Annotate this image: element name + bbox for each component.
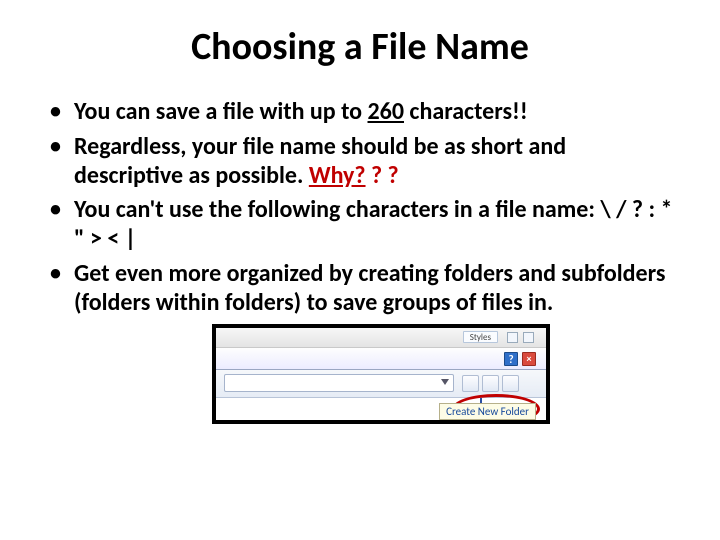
bullet-4: Get even more organized by creating fold… bbox=[44, 260, 676, 318]
toolbar-back-icon[interactable] bbox=[462, 375, 479, 392]
bullet-4-text: Get even more organized by creating fold… bbox=[74, 259, 665, 317]
create-new-folder-tooltip: Create New Folder bbox=[439, 403, 536, 420]
dialog-screenshot: Styles ? × Create New Folder bbox=[212, 324, 550, 424]
bullet-3-pre: You can't use the following characters i… bbox=[74, 195, 600, 224]
slide-title: Choosing a File Name bbox=[44, 24, 676, 70]
bullet-3: You can't use the following characters i… bbox=[44, 196, 676, 254]
close-icon[interactable]: × bbox=[522, 352, 536, 366]
address-dropdown[interactable] bbox=[224, 374, 454, 392]
screenshot-container: Styles ? × Create New Folder bbox=[212, 324, 550, 424]
bullet-2-why: Why? bbox=[309, 161, 366, 190]
bullet-1-post: characters!! bbox=[404, 97, 528, 126]
toolbar-up-icon[interactable] bbox=[482, 375, 499, 392]
bullet-list: You can save a file with up to 260 chara… bbox=[44, 98, 676, 318]
bullet-2-q: ? ? bbox=[366, 161, 399, 190]
bullet-2: Regardless, your file name should be as … bbox=[44, 133, 676, 191]
ribbon-bar: Styles bbox=[216, 328, 546, 348]
help-icon[interactable]: ? bbox=[504, 352, 518, 366]
ribbon-minibox-icon bbox=[507, 332, 518, 343]
bullet-1: You can save a file with up to 260 chara… bbox=[44, 98, 676, 127]
slide: Choosing a File Name You can save a file… bbox=[0, 0, 720, 540]
ribbon-minibox2-icon bbox=[523, 332, 534, 343]
bullet-1-pre: You can save a file with up to bbox=[74, 97, 368, 126]
dialog-titlebar bbox=[216, 348, 546, 370]
styles-pane-label: Styles bbox=[463, 331, 498, 343]
toolbar-new-folder-icon[interactable] bbox=[502, 375, 519, 392]
bullet-1-number: 260 bbox=[368, 97, 405, 126]
